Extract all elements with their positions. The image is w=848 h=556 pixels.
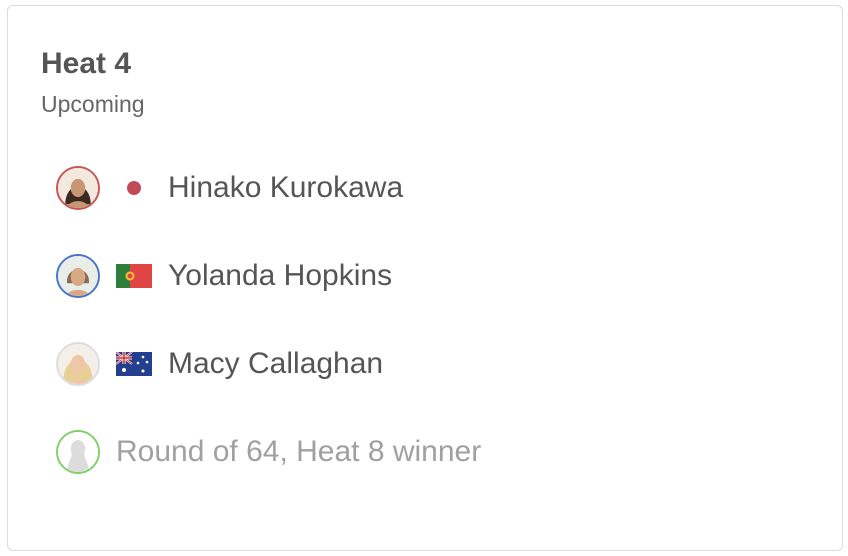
heat-title: Heat 4 bbox=[41, 47, 132, 80]
competitor-row[interactable]: Macy Callaghan bbox=[56, 339, 383, 389]
competitor-row[interactable]: Round of 64, Heat 8 winner bbox=[56, 427, 481, 477]
competitor-name: Hinako Kurokawa bbox=[168, 171, 404, 204]
athlete-photo-icon bbox=[58, 344, 98, 384]
heat-card: Heat 4 Upcoming Hinako Kurokawa Yolanda … bbox=[7, 5, 843, 551]
avatar[interactable] bbox=[56, 166, 100, 210]
competitor-row[interactable]: Yolanda Hopkins bbox=[56, 251, 392, 301]
country-flag bbox=[116, 352, 152, 376]
country-flag bbox=[116, 264, 152, 288]
competitor-name: Yolanda Hopkins bbox=[168, 259, 393, 292]
placeholder-silhouette-icon bbox=[58, 432, 98, 472]
athlete-photo-icon bbox=[58, 256, 98, 296]
avatar[interactable] bbox=[56, 254, 100, 298]
competitor-name: Round of 64, Heat 8 winner bbox=[116, 435, 482, 468]
athlete-photo-icon bbox=[58, 168, 98, 208]
competitor-row[interactable]: Hinako Kurokawa bbox=[56, 163, 403, 213]
japan-flag-icon bbox=[127, 181, 141, 195]
australia-flag-icon bbox=[116, 352, 152, 376]
portugal-flag-icon bbox=[116, 264, 152, 288]
avatar[interactable] bbox=[56, 342, 100, 386]
avatar[interactable] bbox=[56, 430, 100, 474]
country-flag bbox=[116, 176, 152, 200]
heat-status: Upcoming bbox=[41, 91, 145, 117]
competitor-name: Macy Callaghan bbox=[168, 347, 384, 380]
